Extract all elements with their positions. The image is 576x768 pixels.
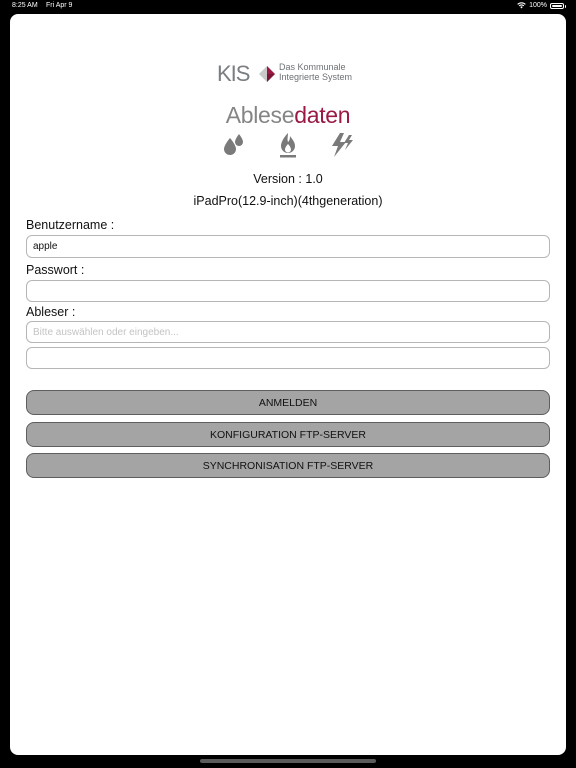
version-text: Version : 1.0 — [253, 172, 323, 186]
wifi-icon — [517, 2, 526, 9]
kis-tagline: Das Kommunale Integrierte System — [279, 62, 352, 82]
electricity-icon — [332, 133, 353, 157]
kis-tagline-line2: Integrierte System — [279, 72, 353, 82]
reader-label: Ableser : — [26, 305, 76, 319]
product-title-part2: daten — [294, 102, 351, 128]
status-bar: 8:25 AM Fri Apr 9 100% — [0, 0, 576, 13]
login-button[interactable]: ANMELDEN — [26, 390, 550, 415]
kis-brand-text: KIS — [217, 61, 250, 86]
password-label: Passwort : — [26, 263, 85, 277]
kis-tagline-line1: Das Kommunale — [279, 62, 346, 72]
utility-icons — [222, 132, 356, 158]
battery-level — [552, 4, 562, 7]
password-field[interactable] — [26, 280, 550, 302]
kis-diamond-icon — [259, 66, 275, 82]
status-date: Fri Apr 9 — [46, 2, 73, 9]
device-text: iPadPro(12.9-inch)(4thgeneration) — [193, 194, 383, 208]
ftp-sync-button[interactable]: SYNCHRONISATION FTP-SERVER — [26, 453, 550, 478]
reader-input[interactable] — [26, 321, 550, 343]
product-title-part1: Ablese — [225, 102, 295, 128]
home-indicator[interactable] — [200, 759, 376, 763]
product-title: Ablesedaten — [10, 102, 566, 129]
username-field[interactable] — [26, 235, 550, 258]
ftp-config-button[interactable]: KONFIGURATION FTP-SERVER — [26, 422, 550, 447]
reader-secondary-field[interactable] — [26, 347, 550, 369]
login-sheet: KIS Das Kommunale Integrierte System Abl… — [10, 14, 566, 755]
status-indicators: 100% — [517, 2, 566, 9]
username-label: Benutzername : — [26, 218, 115, 232]
water-drops-icon — [224, 134, 243, 155]
battery-icon — [550, 2, 566, 9]
battery-percent: 100% — [529, 2, 547, 9]
status-time: 8:25 AM — [12, 2, 38, 9]
gas-flame-icon — [280, 133, 296, 158]
kis-logo: KIS Das Kommunale Integrierte System — [217, 60, 377, 90]
